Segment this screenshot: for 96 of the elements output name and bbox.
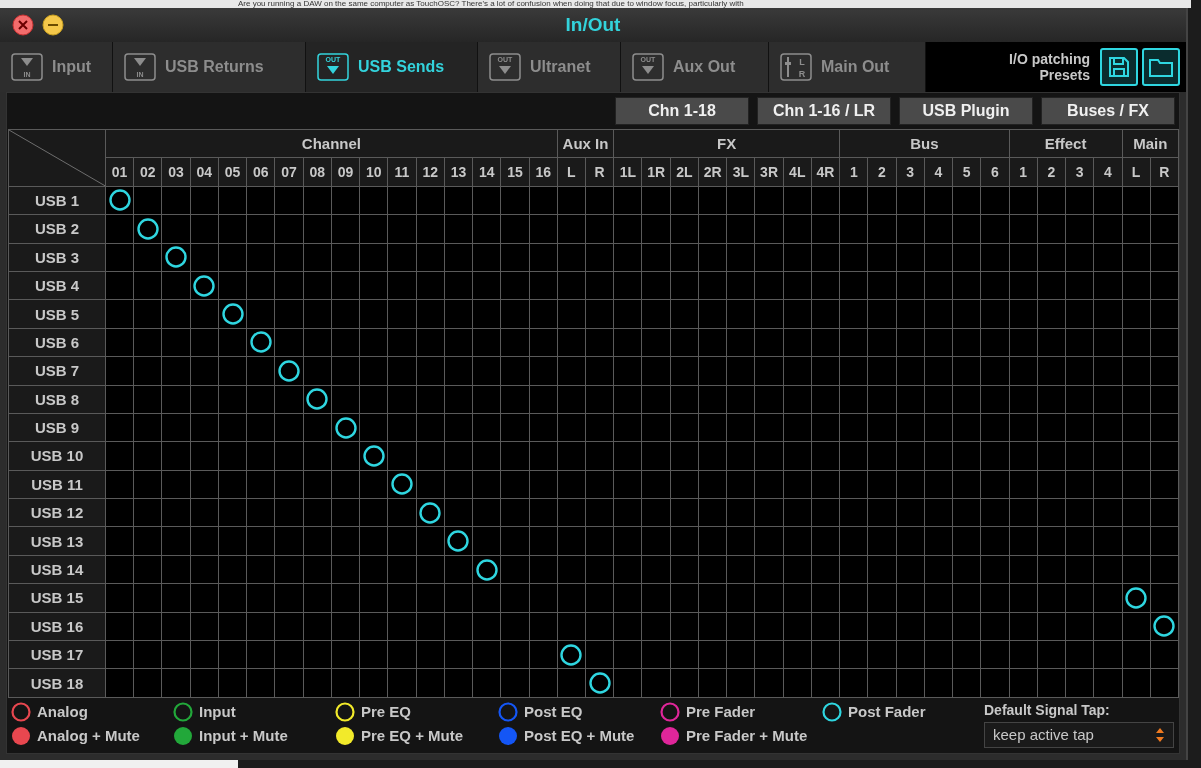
close-icon[interactable] xyxy=(12,14,34,36)
column-header: 08 xyxy=(303,158,331,186)
column-header: 4 xyxy=(1094,158,1122,186)
column-header: 16 xyxy=(529,158,557,186)
save-icon xyxy=(1107,55,1131,79)
column-header: 03 xyxy=(162,158,190,186)
dropdown-arrows-icon xyxy=(1155,726,1165,743)
group-header: Aux In xyxy=(557,130,614,158)
column-header: 3L xyxy=(727,158,755,186)
group-header: Bus xyxy=(840,130,1009,158)
row-header: USB 13 xyxy=(9,527,105,555)
row-header: USB 4 xyxy=(9,271,105,300)
group-header: Main xyxy=(1122,130,1178,158)
row-header: USB 11 xyxy=(9,470,105,499)
column-header: 05 xyxy=(218,158,247,186)
column-header: 2 xyxy=(1037,158,1066,186)
background-text: Are you running a DAW on the same computer as TouchOSC? There's a lot of confusion when doing that due to window focus, particularly with xyxy=(238,0,744,8)
presets-label: I/O patching Presets xyxy=(1008,51,1090,83)
column-header: L xyxy=(1122,158,1150,186)
legend-label: Post EQ xyxy=(524,703,583,721)
row-header: USB 16 xyxy=(9,612,105,641)
column-header: 02 xyxy=(134,158,162,186)
column-header: 15 xyxy=(501,158,529,186)
window-title: In/Out xyxy=(565,14,621,36)
column-header: 3 xyxy=(896,158,924,186)
legend-label: Post EQ + Mute xyxy=(524,727,635,745)
row-header: USB 3 xyxy=(9,243,105,271)
signal-tap-label: Default Signal Tap: xyxy=(984,701,1111,718)
row-header: USB 5 xyxy=(9,300,105,328)
column-header: R xyxy=(1150,158,1178,186)
group-header: Effect xyxy=(1009,130,1122,158)
folder-icon xyxy=(1148,56,1174,78)
row-header: USB 1 xyxy=(9,186,105,215)
column-header: 4 xyxy=(924,158,953,186)
row-header: USB 14 xyxy=(9,555,105,584)
column-header: 07 xyxy=(275,158,303,186)
row-header: USB 12 xyxy=(9,499,105,527)
column-header: 4L xyxy=(783,158,811,186)
row-header: USB 7 xyxy=(9,357,105,385)
column-header: 6 xyxy=(981,158,1009,186)
column-header: 3 xyxy=(1066,158,1094,186)
dot-icon xyxy=(660,725,680,746)
row-header: USB 8 xyxy=(9,385,105,413)
view-button[interactable]: Chn 1-16 / LR xyxy=(757,97,891,125)
column-header: 13 xyxy=(444,158,473,186)
group-header: FX xyxy=(614,130,840,158)
dot-icon xyxy=(11,725,31,746)
legend-label: Input + Mute xyxy=(199,727,288,745)
column-header: 1 xyxy=(840,158,868,186)
legend-label: Pre Fader xyxy=(686,703,756,721)
signal-tap-select[interactable]: keep active tap xyxy=(984,721,1174,748)
column-header: 2 xyxy=(868,158,896,186)
legend-label: Input xyxy=(199,703,236,721)
column-header: 14 xyxy=(473,158,501,186)
row-header: USB 9 xyxy=(9,413,105,442)
column-header: 12 xyxy=(416,158,444,186)
row-header: USB 2 xyxy=(9,215,105,243)
group-header: Channel xyxy=(106,130,557,158)
minimize-icon[interactable] xyxy=(42,14,64,36)
column-header: 04 xyxy=(190,158,218,186)
column-header: 2L xyxy=(670,158,698,186)
tab[interactable]: L R Main Out xyxy=(769,42,926,92)
dot-icon xyxy=(498,725,518,746)
column-header: 1R xyxy=(642,158,670,186)
column-header: 11 xyxy=(388,158,416,186)
column-header: L xyxy=(557,158,585,186)
row-header: USB 18 xyxy=(9,669,105,697)
column-header: 06 xyxy=(247,158,275,186)
column-header: 2R xyxy=(698,158,727,186)
row-header: USB 15 xyxy=(9,584,105,612)
view-button[interactable]: Chn 1-18 xyxy=(615,97,749,125)
legend-label: Pre EQ xyxy=(361,703,412,721)
dot-icon xyxy=(173,725,193,746)
legend-label: Analog + Mute xyxy=(37,727,140,745)
view-button[interactable]: Buses / FX xyxy=(1041,97,1175,125)
column-header: 1 xyxy=(1009,158,1037,186)
view-button[interactable]: USB Plugin xyxy=(899,97,1033,125)
column-header: 09 xyxy=(331,158,360,186)
row-header: USB 10 xyxy=(9,442,105,470)
legend-label: Pre Fader + Mute xyxy=(686,727,808,745)
column-header: 3R xyxy=(755,158,783,186)
fader-icon: L R xyxy=(779,52,813,82)
column-header: 01 xyxy=(106,158,134,186)
row-header: USB 6 xyxy=(9,328,105,357)
row-header: USB 17 xyxy=(9,641,105,669)
column-header: R xyxy=(586,158,614,186)
open-button[interactable] xyxy=(1142,48,1180,86)
column-header: 4R xyxy=(811,158,840,186)
column-header: 1L xyxy=(614,158,642,186)
legend-label: Analog xyxy=(37,703,88,721)
save-button[interactable] xyxy=(1100,48,1138,86)
legend-label: Post Fader xyxy=(848,703,926,721)
dot-icon xyxy=(335,725,355,746)
column-header: 10 xyxy=(360,158,388,186)
column-header: 5 xyxy=(953,158,981,186)
legend-label: Pre EQ + Mute xyxy=(361,727,464,745)
